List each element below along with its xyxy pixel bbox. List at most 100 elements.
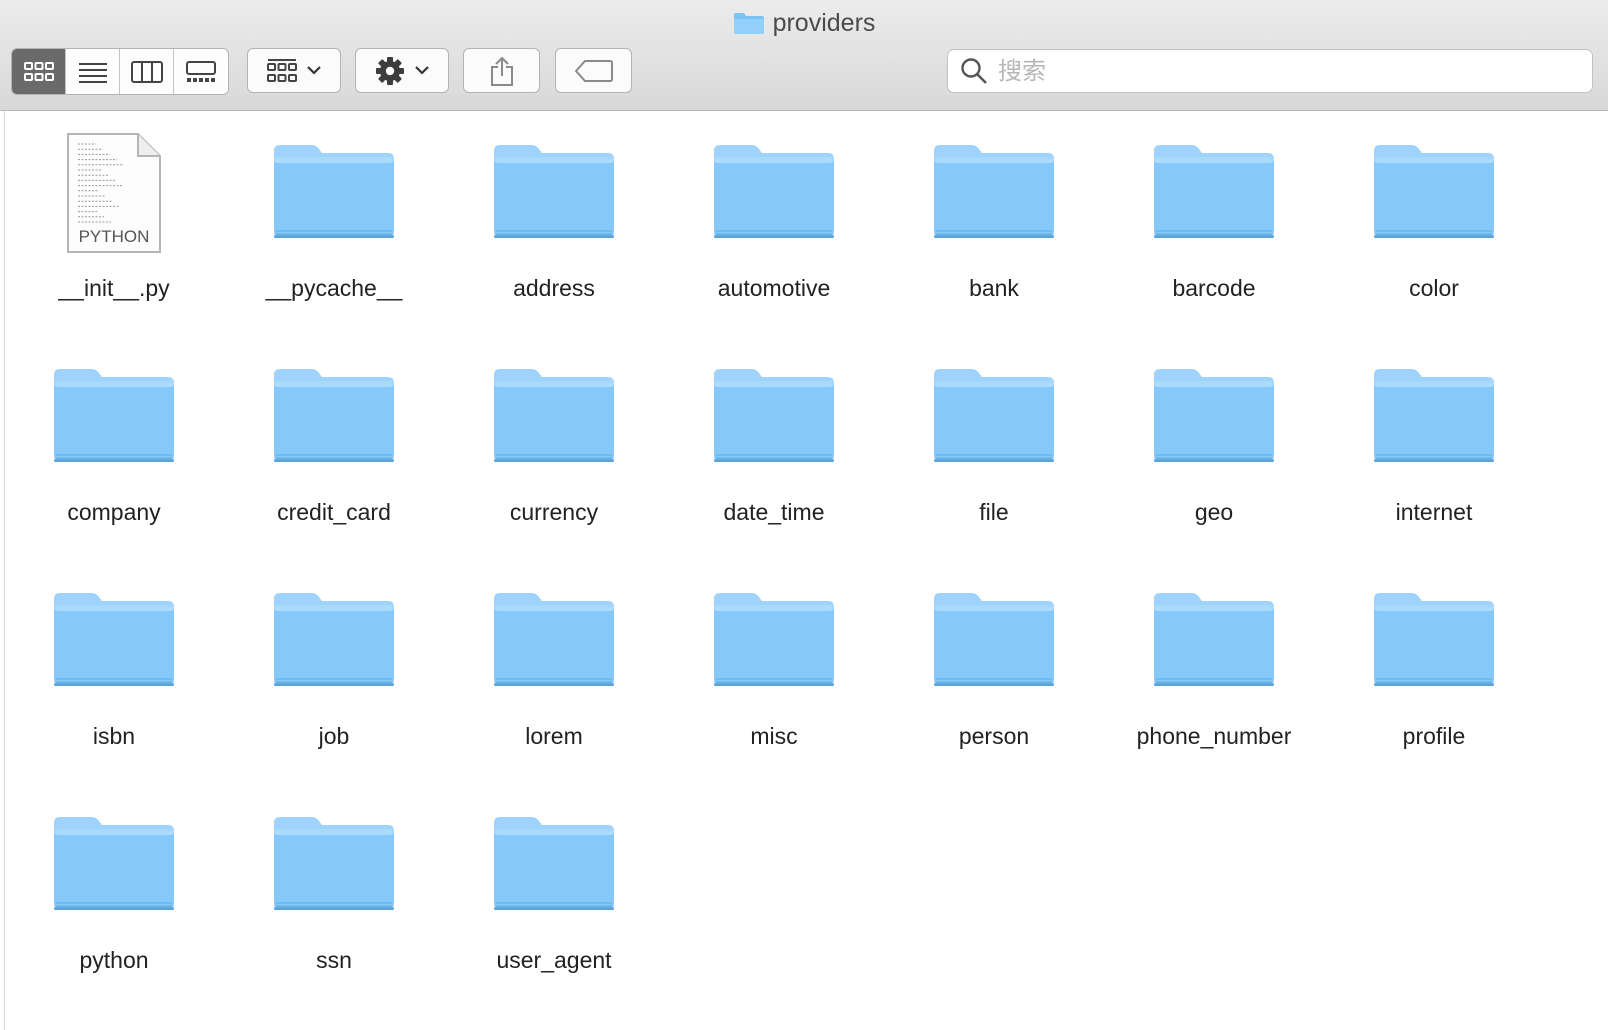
column-view-icon: [130, 60, 163, 83]
window-title: providers: [0, 8, 1608, 38]
finder-window: providers 搜索 PYTHON __init__.py __pycach…: [0, 0, 1608, 1030]
item-name: date_time: [723, 499, 825, 525]
folder-item[interactable]: person: [889, 565, 1099, 765]
folder-item[interactable]: lorem: [449, 565, 659, 765]
folder-icon: [492, 805, 616, 925]
group-by-button[interactable]: [247, 48, 341, 93]
folder-item[interactable]: barcode: [1109, 117, 1319, 317]
item-name: barcode: [1172, 275, 1256, 301]
folder-icon: [712, 133, 836, 253]
item-name: currency: [509, 499, 599, 525]
item-grid: PYTHON __init__.py __pycache__ address autom…: [5, 111, 1608, 1030]
search-input[interactable]: [996, 56, 1560, 86]
item-name: geo: [1194, 499, 1234, 525]
item-name: company: [67, 499, 161, 525]
item-name: credit_card: [277, 499, 391, 525]
item-name: internet: [1395, 499, 1473, 525]
folder-icon: [1372, 581, 1496, 701]
folder-icon: [1372, 357, 1496, 477]
group-grid-icon: [267, 58, 297, 82]
item-name: __init__.py: [58, 275, 170, 301]
chevron-down-icon: [415, 66, 429, 75]
share-icon: [490, 56, 513, 86]
file-item[interactable]: PYTHON __init__.py: [9, 117, 219, 317]
folder-item[interactable]: job: [229, 565, 439, 765]
folder-icon: [932, 581, 1056, 701]
search-icon: [961, 58, 987, 84]
icon-view-icon: [23, 61, 54, 81]
folder-item[interactable]: isbn: [9, 565, 219, 765]
item-name: misc: [750, 723, 798, 749]
share-button[interactable]: [463, 48, 540, 93]
list-view-button[interactable]: [66, 49, 120, 94]
item-name: bank: [969, 275, 1019, 301]
gallery-view-icon: [186, 60, 216, 82]
folder-item[interactable]: geo: [1109, 341, 1319, 541]
item-name: address: [513, 275, 595, 301]
item-name: python: [79, 947, 149, 973]
folder-item[interactable]: date_time: [669, 341, 879, 541]
folder-icon: [272, 805, 396, 925]
gallery-view-button[interactable]: [174, 49, 228, 94]
folder-icon: [1152, 581, 1276, 701]
toolbar: providers: [0, 0, 1608, 111]
view-mode-control: [11, 48, 229, 95]
tag-icon: [574, 59, 613, 82]
folder-icon: [492, 133, 616, 253]
folder-icon: [932, 133, 1056, 253]
folder-item[interactable]: ssn: [229, 789, 439, 989]
folder-icon: [733, 13, 764, 34]
folder-item[interactable]: profile: [1329, 565, 1539, 765]
folder-item[interactable]: bank: [889, 117, 1099, 317]
window-title-text: providers: [772, 8, 876, 37]
item-name: isbn: [92, 723, 136, 749]
folder-icon: [1372, 133, 1496, 253]
folder-icon: [712, 581, 836, 701]
gear-icon: [376, 56, 404, 85]
folder-icon: [272, 133, 396, 253]
file-type-label: PYTHON: [79, 227, 150, 246]
folder-icon: [492, 357, 616, 477]
folder-icon: [52, 805, 176, 925]
icon-view-button[interactable]: [12, 49, 66, 94]
folder-item[interactable]: company: [9, 341, 219, 541]
item-name: lorem: [525, 723, 583, 749]
column-view-button[interactable]: [120, 49, 174, 94]
folder-item[interactable]: currency: [449, 341, 659, 541]
item-name: color: [1409, 275, 1459, 301]
folder-item[interactable]: file: [889, 341, 1099, 541]
folder-item[interactable]: address: [449, 117, 659, 317]
action-menu-button[interactable]: [355, 48, 449, 93]
item-name: job: [318, 723, 350, 749]
folder-icon: [272, 357, 396, 477]
item-name: ssn: [316, 947, 352, 973]
item-name: __pycache__: [265, 275, 403, 301]
folder-icon: [52, 581, 176, 701]
item-name: automotive: [717, 275, 831, 301]
folder-item[interactable]: misc: [669, 565, 879, 765]
folder-item[interactable]: __pycache__: [229, 117, 439, 317]
folder-item[interactable]: user_agent: [449, 789, 659, 989]
tag-button[interactable]: [555, 48, 632, 93]
item-name: file: [979, 499, 1009, 525]
folder-icon: [932, 357, 1056, 477]
folder-item[interactable]: color: [1329, 117, 1539, 317]
item-name: person: [958, 723, 1030, 749]
search-field[interactable]: [947, 49, 1593, 93]
folder-icon: [1152, 133, 1276, 253]
folder-item[interactable]: internet: [1329, 341, 1539, 541]
folder-icon: [1152, 357, 1276, 477]
python-file-icon: PYTHON: [52, 133, 176, 253]
folder-icon: [712, 357, 836, 477]
list-view-icon: [78, 62, 107, 83]
folder-icon: [272, 581, 396, 701]
file-browser-content: PYTHON __init__.py __pycache__ address autom…: [4, 111, 1608, 1030]
chevron-down-icon: [307, 66, 321, 75]
item-name: phone_number: [1136, 723, 1292, 749]
folder-item[interactable]: phone_number: [1109, 565, 1319, 765]
folder-item[interactable]: automotive: [669, 117, 879, 317]
folder-icon: [492, 581, 616, 701]
folder-item[interactable]: credit_card: [229, 341, 439, 541]
folder-item[interactable]: python: [9, 789, 219, 989]
item-name: profile: [1402, 723, 1466, 749]
